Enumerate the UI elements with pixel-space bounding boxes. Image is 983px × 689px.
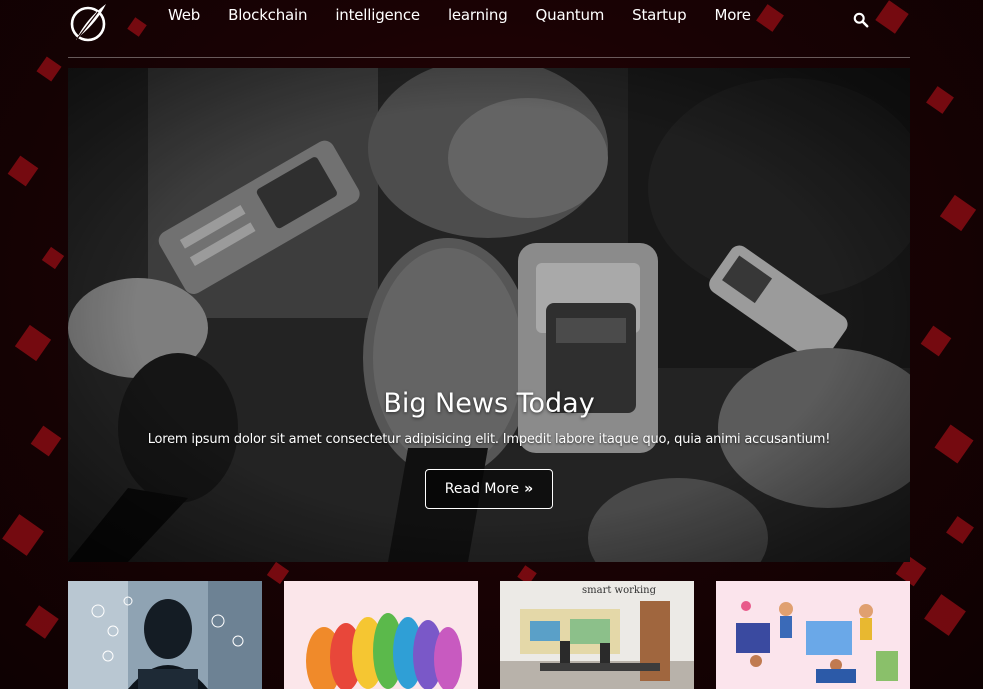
nav-link-blockchain[interactable]: Blockchain xyxy=(228,6,307,24)
smart-working-office-image: smart working xyxy=(500,581,694,689)
nav-link-quantum[interactable]: Quantum xyxy=(536,6,605,24)
nav-link-intelligence[interactable]: intelligence xyxy=(335,6,420,24)
read-more-button[interactable]: Read More » xyxy=(425,469,553,509)
article-card-1[interactable] xyxy=(68,581,262,689)
people-illustration-image xyxy=(716,581,910,689)
nav-link-learning[interactable]: learning xyxy=(448,6,508,24)
nav-link-more[interactable]: More xyxy=(714,6,751,24)
hero-title: Big News Today xyxy=(383,388,595,419)
article-card-2[interactable] xyxy=(284,581,478,689)
hero-banner: Big News Today Lorem ipsum dolor sit ame… xyxy=(68,68,910,562)
smart-working-caption: smart working xyxy=(582,585,657,596)
article-card-3[interactable]: smart working xyxy=(500,581,694,689)
read-more-label: Read More xyxy=(444,481,520,497)
hero-description: Lorem ipsum dolor sit amet consectetur a… xyxy=(147,432,831,447)
search-icon[interactable] xyxy=(853,12,871,30)
double-chevron-right-icon: » xyxy=(524,481,534,497)
colorful-silhouettes-image xyxy=(284,581,478,689)
feather-quill-logo[interactable] xyxy=(68,2,108,42)
top-navbar: Web Blockchain intelligence learning Qua… xyxy=(68,0,910,58)
nav-links: Web Blockchain intelligence learning Qua… xyxy=(168,6,779,24)
article-card-4[interactable] xyxy=(716,581,910,689)
nav-link-web[interactable]: Web xyxy=(168,6,200,24)
hacker-cybersecurity-image xyxy=(68,581,262,689)
nav-link-startup[interactable]: Startup xyxy=(632,6,686,24)
